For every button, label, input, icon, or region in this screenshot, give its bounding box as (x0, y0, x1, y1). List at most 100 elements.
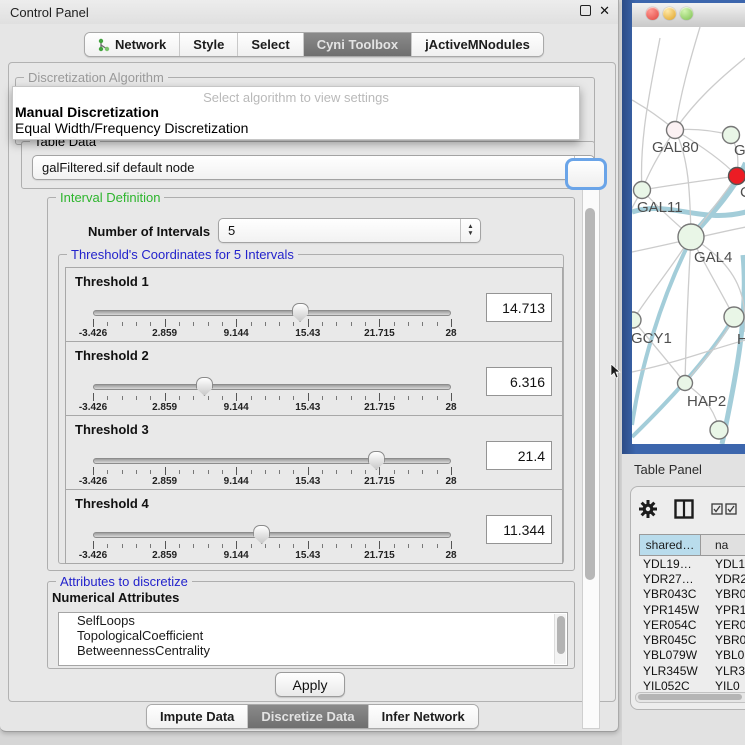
network-view-window: GAL80 GA C GAL11 GAL4 GCY1 H HAP2 (622, 0, 745, 454)
threshold-1-label: Threshold 1 (75, 274, 149, 289)
table-row[interactable]: YDR27…YDR2 (639, 571, 745, 586)
node-label-h: H (737, 331, 745, 348)
popup-option-manual[interactable]: Manual Discretization (15, 104, 159, 120)
tab-infer-network[interactable]: Infer Network (369, 705, 478, 728)
list-scrollbar[interactable] (554, 614, 566, 664)
column-header-name[interactable]: na (701, 534, 745, 556)
node-h[interactable] (724, 307, 744, 327)
close-icon[interactable]: ✕ (599, 5, 610, 16)
table-row[interactable]: YBR043CYBR0 (639, 587, 745, 602)
table-row[interactable]: YPR145WYPR1 (639, 602, 745, 617)
node-label-hap2: HAP2 (687, 393, 726, 410)
threshold-4-panel: Threshold 4 -3.4262.8599.14415.4321.7152… (65, 489, 563, 564)
popup-ghost-text: Select algorithm to view settings (13, 90, 579, 105)
table-data-group: Table Data galFiltered.sif default node … (21, 141, 595, 189)
tab-network[interactable]: Network (85, 33, 180, 56)
slider-ticks (93, 393, 451, 402)
thresholds-title: Threshold's Coordinates for 5 Intervals (67, 247, 298, 262)
node-red-selected[interactable] (729, 168, 745, 185)
slider-ticks (93, 467, 451, 476)
node-label-c: C (740, 184, 745, 201)
window-title: Control Panel (10, 5, 89, 20)
tab-style[interactable]: Style (180, 33, 238, 56)
threshold-2-slider[interactable] (93, 384, 451, 390)
node-gal80[interactable] (667, 122, 684, 139)
table-rows: YDL19…YDL1YDR27…YDR2YBR043CYBR0YPR145WYP… (639, 556, 745, 695)
node-label-gal80: GAL80 (652, 139, 699, 156)
threshold-2-value-field[interactable]: 6.316 (486, 367, 552, 396)
table-row[interactable]: YLR345WYLR3 (639, 663, 745, 678)
table-data-combobox[interactable]: galFiltered.sif default node ▲▼ (32, 155, 595, 180)
tab-cyni-toolbox[interactable]: Cyni Toolbox (304, 33, 412, 56)
node-top-right[interactable] (723, 127, 740, 144)
discretization-algorithm-title: Discretization Algorithm (24, 70, 168, 85)
table-row[interactable]: YDL19…YDL1 (639, 556, 745, 571)
network-canvas[interactable]: GAL80 GA C GAL11 GAL4 GCY1 H HAP2 (632, 27, 745, 444)
bottom-tab-bar: Impute Data Discretize Data Infer Networ… (146, 704, 479, 729)
node-label-ga: GA (734, 142, 745, 159)
threshold-4-slider[interactable] (93, 532, 451, 538)
list-item[interactable]: TopologicalCoefficient (59, 628, 567, 643)
split-pane-icon[interactable] (674, 499, 694, 519)
stepper-icon[interactable]: ▲▼ (460, 219, 480, 242)
number-of-intervals-label: Number of Intervals (88, 224, 210, 239)
numerical-attributes-list[interactable]: SelfLoopsTopologicalCoefficientBetweenne… (58, 612, 568, 666)
table-row[interactable]: YER054CYER0 (639, 617, 745, 632)
threshold-3-label: Threshold 3 (75, 422, 149, 437)
slider-scale-labels: -3.4262.8599.14415.4321.71528 (93, 328, 451, 340)
algorithm-combobox[interactable] (565, 158, 607, 190)
float-window-icon[interactable] (580, 5, 591, 16)
tab-impute-data[interactable]: Impute Data (147, 705, 248, 728)
table-header-row: shared… na (639, 534, 745, 556)
column-header-shared-name[interactable]: shared… (639, 534, 701, 556)
threshold-1-slider[interactable] (93, 310, 451, 316)
apply-button[interactable]: Apply (275, 672, 345, 697)
tab-discretize-data[interactable]: Discretize Data (248, 705, 368, 728)
tab-select[interactable]: Select (238, 33, 303, 56)
algorithm-popup: Select algorithm to view settings Manual… (12, 86, 580, 140)
cyni-toolbox-panel: Discretization Algorithm Table Data galF… (8, 62, 616, 702)
threshold-3-value-field[interactable]: 21.4 (486, 441, 552, 470)
slider-ticks (93, 541, 451, 550)
zoom-traffic-light-icon[interactable] (680, 7, 693, 20)
thresholds-group: Threshold's Coordinates for 5 Intervals … (58, 254, 564, 564)
slider-scale-labels: -3.4262.8599.14415.4321.71528 (93, 402, 451, 414)
slider-scale-labels: -3.4262.8599.14415.4321.71528 (93, 550, 451, 562)
node-bottom[interactable] (710, 421, 728, 439)
threshold-3-panel: Threshold 3 -3.4262.8599.14415.4321.7152… (65, 415, 563, 490)
tab-jactivemnodules[interactable]: jActiveMNodules (412, 33, 543, 56)
table-panel-title: Table Panel (634, 462, 702, 477)
threshold-2-label: Threshold 2 (75, 348, 149, 363)
network-window-titlebar[interactable] (632, 3, 745, 28)
interval-definition-title: Interval Definition (56, 190, 164, 205)
settings-scrollbar[interactable] (582, 187, 600, 729)
minimize-traffic-light-icon[interactable] (663, 7, 676, 20)
select-columns-icon[interactable] (711, 503, 737, 515)
control-panel-window: Control Panel ✕ Network Style Select Cyn… (0, 0, 619, 732)
list-item[interactable]: BetweennessCentrality (59, 643, 567, 658)
settings-scrollbar-thumb[interactable] (585, 208, 595, 580)
horizontal-scrollbar-thumb[interactable] (638, 694, 742, 700)
threshold-1-value-field[interactable]: 14.713 (486, 293, 552, 322)
threshold-4-value-field[interactable]: 11.344 (486, 515, 552, 544)
node-gal4[interactable] (678, 224, 704, 250)
number-of-intervals-value: 5 (228, 223, 235, 238)
interval-definition-group: Interval Definition Number of Intervals … (47, 197, 575, 571)
horizontal-scrollbar[interactable] (635, 692, 745, 703)
table-row[interactable]: YBL079WYBL0 (639, 648, 745, 663)
node-hap2[interactable] (678, 376, 693, 391)
mouse-cursor (610, 364, 622, 380)
control-panel-titlebar[interactable]: Control Panel ✕ (0, 0, 618, 24)
node-gal11[interactable] (634, 182, 651, 199)
list-item[interactable]: SelfLoops (59, 613, 567, 628)
slider-ticks (93, 319, 451, 328)
number-of-intervals-combobox[interactable]: 5 ▲▼ (218, 218, 481, 243)
node-gcy1[interactable] (632, 312, 641, 328)
table-row[interactable]: YBR045CYBR0 (639, 632, 745, 647)
threshold-3-slider[interactable] (93, 458, 451, 464)
gear-icon[interactable] (639, 500, 657, 518)
table-data-value: galFiltered.sif default node (42, 160, 194, 175)
close-traffic-light-icon[interactable] (646, 7, 659, 20)
popup-option-equal-width[interactable]: Equal Width/Frequency Discretization (15, 120, 248, 136)
threshold-2-panel: Threshold 2 -3.4262.8599.14415.4321.7152… (65, 341, 563, 416)
